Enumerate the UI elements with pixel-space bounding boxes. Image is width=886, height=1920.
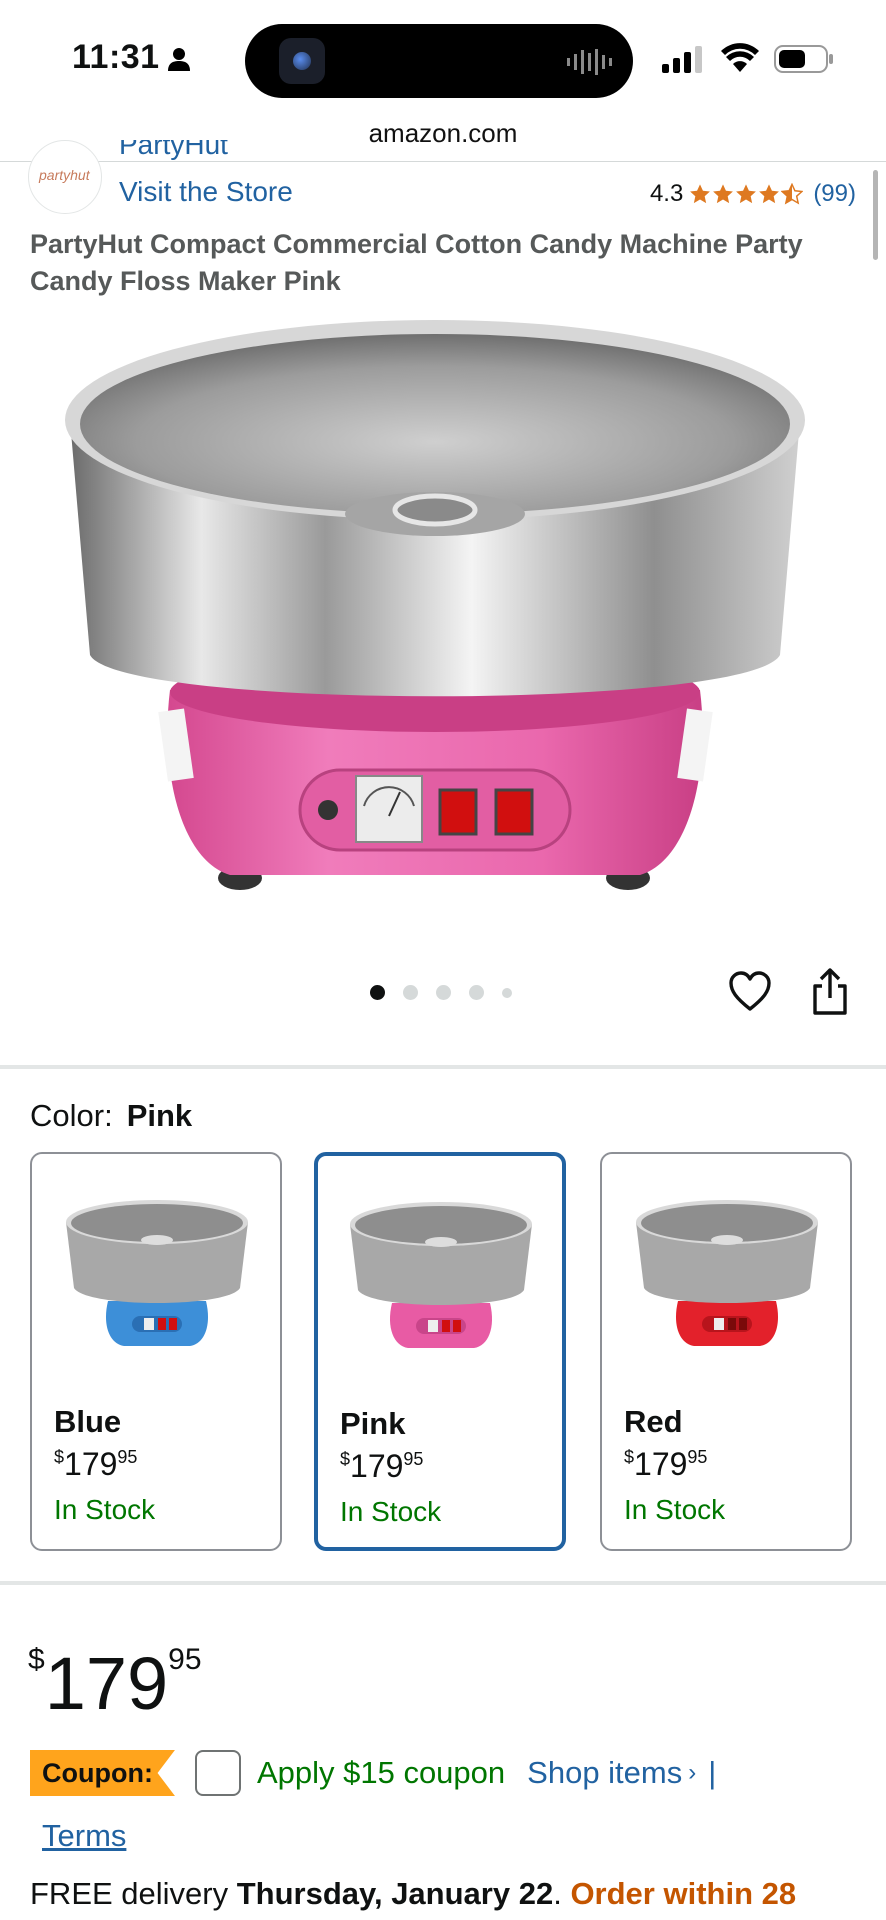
star-full-icon [759,184,780,204]
price-whole: 179 [350,1448,404,1484]
price-fraction: 95 [687,1447,708,1467]
order-deadline: Order within 28 [570,1876,797,1911]
person-icon [168,48,190,71]
currency-symbol: $ [28,1643,45,1676]
carousel-dot-active[interactable] [370,985,385,1000]
now-playing-app-icon [279,38,325,84]
heart-icon[interactable] [728,970,772,1014]
delivery-info: FREE delivery Thursday, January 22. Orde… [30,1876,796,1912]
audio-wave-icon [567,49,612,75]
color-option-pink[interactable]: Pink $17995 In Stock [314,1152,566,1551]
rating-count: (99) [813,180,856,207]
product-image[interactable] [60,300,820,910]
separator: | [708,1755,717,1790]
status-bar: 11:31 amazon.com [0,0,886,148]
stock-status: In Stock [54,1494,156,1525]
color-option-price: $17995 [624,1446,707,1483]
color-option-name: Red [624,1404,683,1439]
star-full-icon [736,184,757,204]
pink-variant-image [350,1202,532,1348]
image-carousel-dots[interactable] [370,985,512,1000]
color-option-price: $17995 [54,1446,137,1483]
product-title: PartyHut Compact Commercial Cotton Candy… [30,229,803,296]
section-divider [0,1065,886,1069]
star-rating [689,183,804,205]
stock-status: In Stock [340,1496,442,1527]
carousel-dot[interactable] [469,985,484,1000]
currency-symbol: $ [624,1447,635,1467]
color-option-blue[interactable]: Blue $17995 In Stock [30,1152,282,1551]
blue-variant-image [66,1200,248,1346]
star-full-icon [713,184,734,204]
star-full-icon [690,184,711,204]
carousel-dot[interactable] [403,985,418,1000]
wifi-icon [721,43,759,72]
red-variant-image [636,1200,818,1346]
cellular-signal-icon [662,46,702,73]
coupon-row: Coupon: Apply $15 coupon Shop items › | [30,1748,716,1798]
rating-value: 4.3 [649,180,684,207]
stock-status: In Stock [624,1494,726,1525]
section-divider [0,1581,886,1585]
carousel-dot[interactable] [436,985,451,1000]
status-time: 11:31 [72,38,160,76]
shop-items-link[interactable]: Shop items [527,1755,682,1791]
price-fraction: 95 [117,1447,138,1467]
brand-logo[interactable]: partyhut [28,140,102,214]
price-whole: 179 [64,1446,118,1482]
delivery-date: Thursday, January 22 [236,1876,554,1911]
color-option-red[interactable]: Red $17995 In Stock [600,1152,852,1551]
delivery-prefix: FREE delivery [30,1876,229,1911]
selected-color-name: Pink [126,1098,193,1133]
coupon-badge: Coupon: [30,1750,175,1796]
apply-coupon-label[interactable]: Apply $15 coupon [257,1755,505,1791]
price-whole: 179 [634,1446,688,1482]
apply-coupon-checkbox[interactable] [194,1750,241,1796]
page-scrollbar[interactable] [873,170,878,260]
price-fraction: 95 [403,1449,424,1469]
currency-symbol: $ [54,1447,65,1467]
color-label-text: Color: [30,1098,113,1133]
color-option-price: $17995 [340,1448,423,1485]
visit-store-link[interactable]: Visit the Store [119,176,293,208]
currency-symbol: $ [340,1449,351,1469]
delivery-period: . [553,1876,562,1911]
price-whole: 179 [44,1642,169,1725]
share-icon[interactable] [810,968,850,1016]
price-fraction: 95 [168,1643,202,1676]
color-option-name: Pink [340,1406,406,1441]
carousel-dot[interactable] [502,987,512,998]
coupon-terms-link[interactable]: Terms [42,1818,126,1854]
color-option-name: Blue [54,1404,122,1439]
brand-name[interactable]: PartyHut [119,140,228,162]
dynamic-island [245,24,633,98]
brand-logo-text: partyhut [39,167,90,183]
chevron-right-icon: › [688,1759,697,1786]
star-half-icon [781,183,804,205]
product-price: $17995 [28,1620,202,1724]
color-label: Color: Pink [30,1098,192,1134]
rating-summary[interactable]: 4.3 (99) [650,180,856,208]
battery-icon [774,45,833,73]
